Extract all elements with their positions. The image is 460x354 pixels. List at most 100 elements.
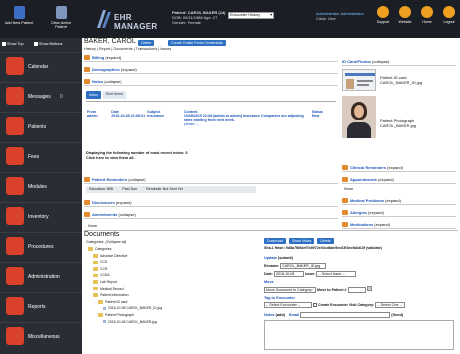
move-category-select[interactable]: Move Document to Category: — [264, 287, 316, 293]
logout-icon — [443, 6, 455, 18]
amendments-none: None — [88, 224, 98, 228]
cell-content: 10/08/2015 22:08 (admin to admin) Insura… — [183, 114, 304, 122]
disclosures-section[interactable]: Disclosures (expand) — [84, 198, 338, 207]
edit-icon — [342, 176, 348, 182]
create-encounter-checkbox[interactable] — [313, 303, 317, 308]
patient-photo[interactable] — [342, 96, 376, 138]
doc-notes-textarea[interactable] — [264, 320, 454, 350]
tree-item-label: CCD — [100, 260, 108, 265]
notes-section[interactable]: Notes (collapse) — [84, 77, 338, 86]
right-section-clinical-reminders[interactable]: Clinical Reminders (expand) — [342, 163, 456, 172]
notes-table: From Date Subject Content Status admin 2… — [86, 110, 336, 126]
id-card-thumbnail[interactable] — [342, 69, 376, 91]
issue-label: Issue: — [305, 272, 316, 276]
list-item[interactable]: Lab Report — [88, 279, 184, 286]
table-row[interactable]: admin 2015-10-08 22:08:01 Insurance 10/0… — [86, 114, 336, 122]
sidebar-item-label: Administration — [28, 274, 60, 280]
delete-patient-button[interactable]: Delete — [138, 40, 155, 46]
tab-inbox[interactable]: Inbox — [86, 91, 101, 99]
show-top-toggle[interactable]: Show Top — [2, 42, 24, 46]
folder-icon — [93, 286, 98, 291]
portal-credentials-button[interactable]: Create Onsite Portal Credentials — [168, 40, 226, 46]
sidebar-item-modules[interactable]: Modules — [0, 172, 82, 200]
right-section-allergies[interactable]: Allergies (expand) — [342, 208, 456, 217]
delete-document-button[interactable]: Delete — [317, 238, 334, 244]
download-button[interactable]: Download — [264, 238, 286, 244]
encounter-select[interactable]: Encounter History ▾ — [228, 12, 274, 19]
clear-active-patient-button[interactable]: Clear Active Patient — [46, 6, 76, 34]
add-new-patient-icon — [13, 6, 25, 19]
right-section-action: (expand) — [387, 164, 403, 170]
list-item[interactable]: 2015-10-08 CAROL_BAKER.jpg — [88, 319, 184, 326]
rename-input[interactable] — [280, 263, 327, 269]
demographics-section[interactable]: Demographics (expand) — [84, 65, 338, 74]
billing-section[interactable]: Billing (expand) — [84, 53, 338, 62]
calendar-icon — [6, 57, 24, 75]
list-item[interactable]: 2015-10-08 CAROL_BAKER_ID.jpg — [88, 305, 184, 312]
list-item[interactable]: Patient ID card — [88, 299, 184, 306]
sidebar-item-fees[interactable]: Fees — [0, 142, 82, 170]
top-icon-home[interactable]: Home — [417, 6, 437, 24]
list-item[interactable]: CCDA — [88, 272, 184, 279]
right-section-appointments[interactable]: Appointments (expand) — [342, 175, 456, 184]
sidebar-item-patients[interactable]: Patients — [0, 112, 82, 140]
view-all-notes-link[interactable]: Click here to view them all. — [86, 156, 187, 161]
visit-category-select[interactable]: -- Select One -- — [375, 302, 406, 308]
move-patient-input[interactable] — [347, 287, 366, 293]
fees-icon — [6, 147, 24, 165]
collapse-all-link[interactable]: (Collapse all) — [105, 240, 126, 244]
id-card-section[interactable]: ID Card/Photos (collapse) — [342, 57, 456, 66]
encounter-tag-select[interactable]: -- Select Encounter -- — [264, 302, 312, 308]
sidebar-item-reports[interactable]: Reports — [0, 292, 82, 320]
right-section-medications[interactable]: Medications (expand) — [342, 220, 456, 229]
patient-reminders-section[interactable]: Patient Reminders (collapse) — [84, 175, 338, 184]
right-none: None — [344, 187, 354, 191]
sidebar-item-inventory[interactable]: Inventory — [0, 202, 82, 230]
list-item[interactable]: CCD — [88, 259, 184, 266]
sidebar-item-calendar[interactable]: Calendar — [0, 52, 82, 80]
sidebar-item-procedures[interactable]: Procedures — [0, 232, 82, 260]
folder-icon — [88, 247, 93, 251]
email-input[interactable] — [300, 312, 391, 318]
categories-line: Categories (Collapse all) — [86, 240, 126, 244]
tree-item-label: Advance Directive — [100, 253, 128, 258]
update-submit-link[interactable]: (submit) — [278, 256, 293, 260]
list-item[interactable]: Patient Information — [88, 292, 184, 299]
list-item[interactable]: Medical Record — [88, 286, 184, 293]
amendments-section[interactable]: Amendments (collapse) — [84, 210, 338, 219]
cell-more[interactable]: please .... — [183, 122, 311, 126]
add-note-link[interactable]: (add) — [276, 313, 285, 317]
sidebar-item-messages[interactable]: Messages 0 — [0, 82, 82, 110]
date-input[interactable] — [274, 271, 304, 277]
tree-item-label: Lab Report — [100, 279, 117, 284]
list-item[interactable]: CCR — [88, 266, 184, 273]
right-section-medical-problems[interactable]: Medical Problems (expand) — [342, 196, 456, 205]
show-notes-button[interactable]: Show Notes — [288, 238, 315, 244]
demographics-label: Demographics — [92, 66, 120, 72]
show-buttons-toggle[interactable]: Show Buttons — [34, 42, 62, 46]
show-top-label: Show Top — [7, 42, 24, 46]
tree-item-label: CCR — [100, 266, 108, 271]
list-item[interactable]: Advance Directive — [88, 253, 184, 260]
edit-icon — [342, 221, 348, 227]
top-icon-logout[interactable]: Logout — [439, 6, 459, 24]
patient-menu[interactable]: History | Report | Documents | Transacti… — [84, 47, 171, 51]
add-new-patient-button[interactable]: Add New Patient — [4, 6, 34, 34]
top-icon-website[interactable]: Website — [395, 6, 415, 24]
tab-sent-items[interactable]: Sent Items — [102, 91, 126, 99]
sidebar-item-administration[interactable]: Administration — [0, 262, 82, 290]
list-item[interactable]: Patient Photograph — [88, 312, 184, 319]
sidebar-item-miscellaneous[interactable]: Miscellaneous — [0, 322, 82, 350]
top-icon-label: Logout — [443, 20, 455, 24]
amendments-label: Amendments — [92, 211, 118, 217]
top-icon-support[interactable]: Support — [373, 6, 393, 24]
issue-select[interactable]: -- Select Issue -- — [316, 271, 357, 277]
send-email-link[interactable]: (Send) — [391, 313, 403, 317]
list-item[interactable]: Categories — [88, 246, 184, 253]
chevron-down-icon: ▾ — [270, 13, 272, 17]
move-row: Move Document to Category: Move to Patie… — [264, 286, 372, 293]
sidebar-item-label: Patients — [28, 124, 47, 130]
sidebar-item-label: Inventory — [28, 214, 49, 220]
search-icon[interactable] — [366, 286, 372, 291]
sidebar-item-label: Modules — [28, 184, 47, 190]
